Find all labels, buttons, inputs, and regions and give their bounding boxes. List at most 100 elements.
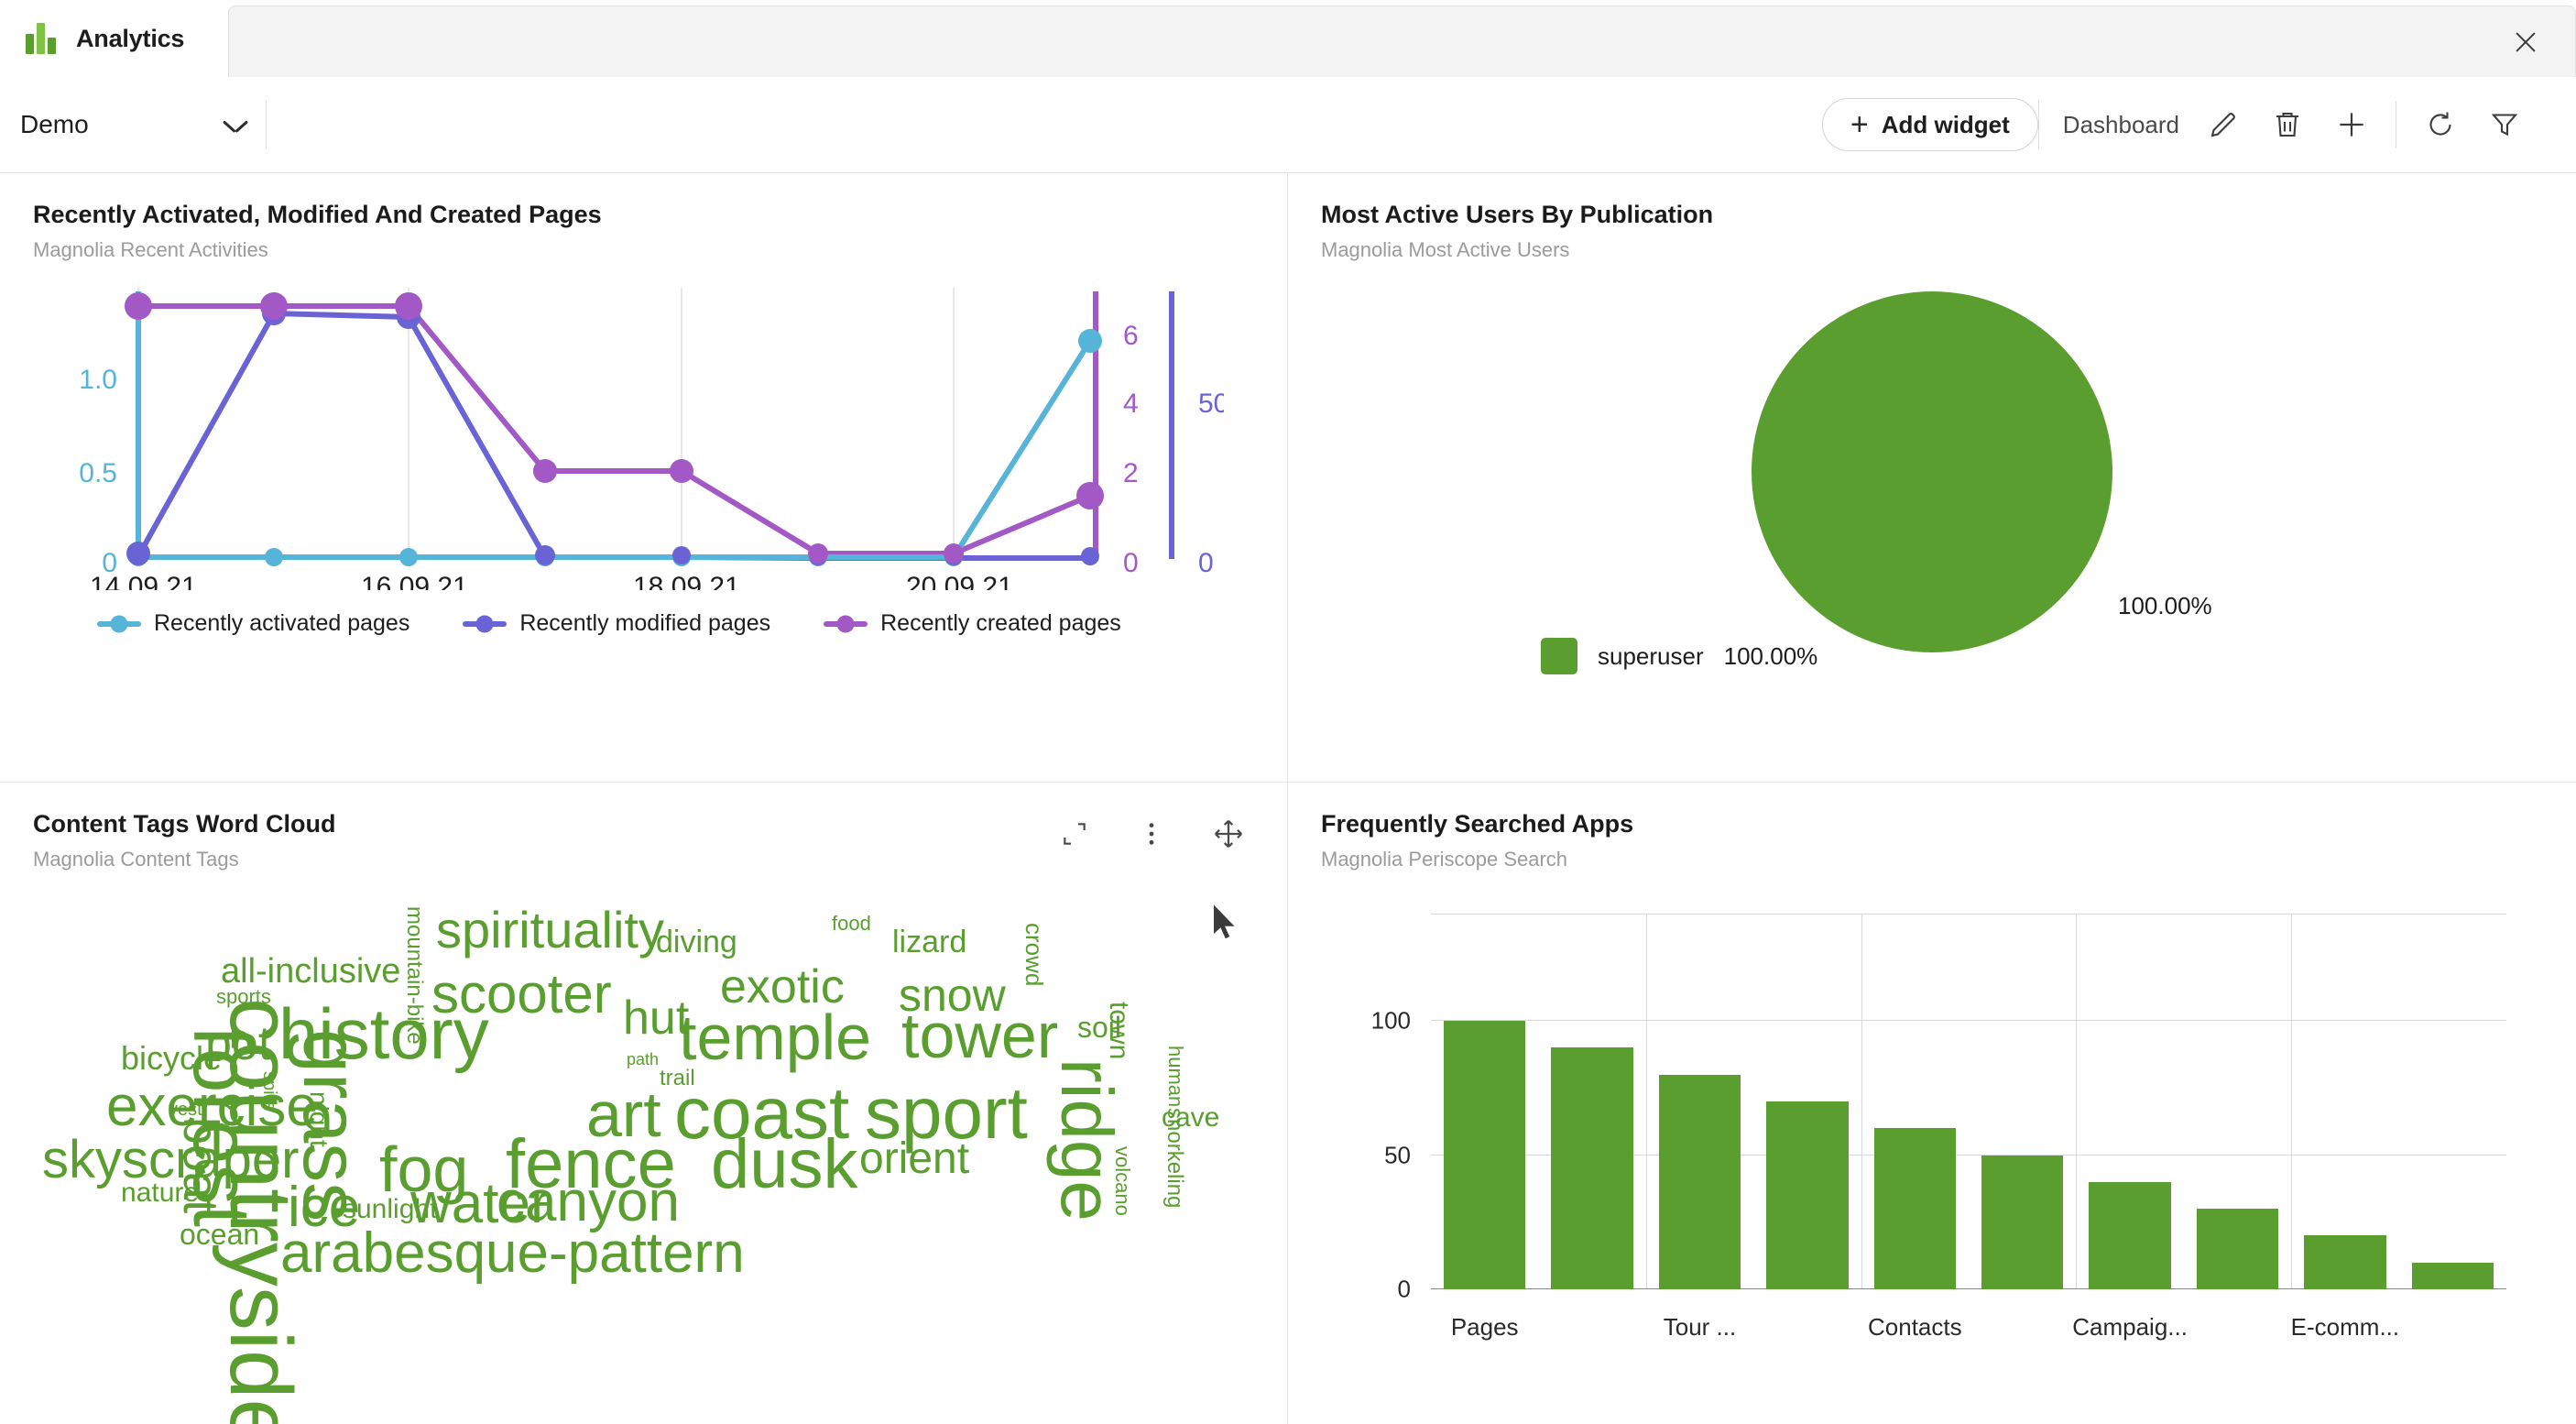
word-cloud-item[interactable]: dusk — [711, 1130, 858, 1199]
word-cloud-item[interactable]: spirituality — [436, 904, 664, 956]
pencil-icon[interactable] — [2203, 104, 2243, 145]
word-cloud-item[interactable]: tower — [901, 1003, 1058, 1068]
bar-chart: 100 50 0 Pages Tour ... Contacts Campaig… — [1321, 895, 2543, 1372]
svg-text:4: 4 — [1123, 389, 1139, 419]
svg-text:0: 0 — [1198, 548, 1214, 578]
svg-text:1.0: 1.0 — [79, 365, 117, 395]
dashboard-label: Dashboard — [2062, 110, 2179, 138]
filter-icon[interactable] — [2484, 104, 2525, 145]
word-cloud-item[interactable]: human — [1164, 1046, 1187, 1107]
word-cloud-item[interactable]: lizard — [892, 926, 966, 958]
app-tab[interactable]: Analytics — [0, 0, 229, 77]
word-cloud-item[interactable]: all-inclusive — [221, 954, 400, 989]
site-selector[interactable]: Demo — [0, 110, 266, 139]
word-cloud-item[interactable]: volcano — [1111, 1146, 1134, 1216]
bar[interactable] — [1981, 1155, 2064, 1289]
word-cloud-item[interactable]: path — [627, 1051, 659, 1068]
bar[interactable] — [1551, 1047, 1633, 1289]
word-cloud-item[interactable]: crowd — [1021, 923, 1048, 986]
pie-legend[interactable]: superuser 100.00% — [1541, 638, 1817, 674]
legend-value: 100.00% — [1723, 641, 1818, 670]
gridline-100 — [1431, 1020, 2506, 1022]
legend-label: Recently activated pages — [154, 610, 410, 636]
bar[interactable] — [1444, 1021, 1526, 1289]
legend-label: Recently created pages — [880, 610, 1121, 636]
add-widget-button[interactable]: + Add widget — [1821, 98, 2038, 151]
app-title: Analytics — [76, 24, 185, 52]
widget-content-tags-word-cloud: Content Tags Word Cloud Magnolia Content… — [0, 783, 1288, 1424]
bar[interactable] — [2411, 1262, 2494, 1289]
widget-recent-activities: Recently Activated, Modified And Created… — [0, 173, 1288, 783]
site-selector-value: Demo — [20, 110, 89, 138]
view-actions — [2396, 104, 2549, 145]
widget-subtitle: Magnolia Recent Activities — [33, 238, 268, 261]
expand-icon[interactable] — [1056, 816, 1093, 852]
legend-item-modified[interactable]: Recently modified pages — [463, 610, 770, 637]
word-cloud-item[interactable]: nature — [121, 1179, 199, 1207]
bar[interactable] — [1873, 1128, 1956, 1289]
svg-text:18.09.21: 18.09.21 — [633, 572, 740, 590]
svg-text:14.09.21: 14.09.21 — [90, 572, 197, 590]
move-icon[interactable] — [1210, 816, 1247, 852]
dashboard-toolbar: Demo + Add widget Dashboard — [0, 77, 2576, 173]
svg-text:20.09.21: 20.09.21 — [906, 572, 1013, 590]
dashboard-grid: Recently Activated, Modified And Created… — [0, 173, 2576, 1424]
pie-chart: 100.00% superuser 100.00% — [1321, 271, 2543, 702]
legend-swatch — [463, 620, 508, 627]
svg-text:0.5: 0.5 — [79, 458, 117, 488]
widget-subtitle: Magnolia Periscope Search — [1321, 848, 1568, 871]
bar[interactable] — [2089, 1181, 2171, 1289]
title-bar: Analytics — [0, 0, 2576, 77]
x-tick-label: Pages — [1450, 1313, 1519, 1341]
svg-text:6: 6 — [1123, 321, 1139, 351]
legend-item-created[interactable]: Recently created pages — [824, 610, 1121, 637]
pie-value-label: 100.00% — [2118, 592, 2212, 619]
y-tick-label: 0 — [1397, 1275, 1411, 1303]
legend-item-activated[interactable]: Recently activated pages — [97, 610, 409, 637]
legend-swatch — [97, 620, 141, 627]
word-cloud-item[interactable]: town — [1104, 1002, 1134, 1059]
bar-chart-logo-icon — [26, 23, 56, 54]
svg-text:16.09.21: 16.09.21 — [361, 572, 468, 590]
word-cloud-item[interactable]: snorkeling — [1162, 1108, 1187, 1208]
dashboard-actions: Dashboard — [2039, 104, 2396, 145]
x-tick-label: E-comm... — [2290, 1313, 2400, 1341]
widget-subtitle: Magnolia Most Active Users — [1321, 238, 1570, 261]
gridline-cat-1 — [1645, 914, 1647, 1289]
word-cloud-item[interactable]: ocean — [180, 1220, 259, 1249]
refresh-icon[interactable] — [2420, 104, 2461, 145]
pie-slice-superuser[interactable] — [1752, 291, 2112, 652]
bar[interactable] — [2196, 1209, 2279, 1289]
gridline-cat-4 — [2291, 914, 2293, 1289]
x-tick-label: Contacts — [1867, 1313, 1962, 1341]
y-tick-label: 100 — [1370, 1006, 1411, 1035]
plus-icon[interactable] — [2331, 104, 2372, 145]
legend-label: Recently modified pages — [519, 610, 771, 636]
word-cloud-item[interactable]: orient — [859, 1137, 969, 1181]
more-vertical-icon[interactable] — [1133, 816, 1170, 852]
word-cloud-item[interactable]: diving — [656, 926, 737, 958]
svg-text:50: 50 — [1198, 389, 1224, 419]
widget-frequently-searched-apps: Frequently Searched Apps Magnolia Perisc… — [1288, 783, 2576, 1424]
add-widget-label: Add widget — [1881, 110, 2010, 138]
legend-swatch — [1541, 638, 1577, 674]
close-icon[interactable] — [2507, 24, 2544, 60]
line-chart: 1.0 0.5 0 6 4 2 0 50 0 14.09.21 16.09.21… — [33, 288, 1254, 602]
word-cloud-item[interactable]: vest — [169, 1101, 202, 1119]
word-cloud-item[interactable]: spire — [259, 1071, 279, 1111]
word-cloud-item[interactable]: temple — [679, 1005, 871, 1069]
plus-icon: + — [1850, 107, 1869, 142]
legend-swatch — [824, 620, 868, 627]
gridline-cat-3 — [2076, 914, 2078, 1289]
bar[interactable] — [2304, 1235, 2386, 1289]
word-cloud-item[interactable]: food — [832, 914, 871, 934]
bar[interactable] — [1658, 1074, 1741, 1289]
trash-icon[interactable] — [2267, 104, 2308, 145]
bar[interactable] — [1766, 1101, 1849, 1289]
toolbar-divider-1 — [266, 101, 267, 148]
word-cloud-item[interactable]: night — [305, 1091, 333, 1147]
svg-text:2: 2 — [1123, 458, 1139, 488]
word-cloud: spirituality diving food lizard crowd al… — [33, 888, 1254, 1424]
line-chart-svg: 1.0 0.5 0 6 4 2 0 50 0 14.09.21 16.09.21… — [79, 288, 1228, 602]
word-cloud-item[interactable]: arabesque-pattern — [280, 1225, 745, 1282]
